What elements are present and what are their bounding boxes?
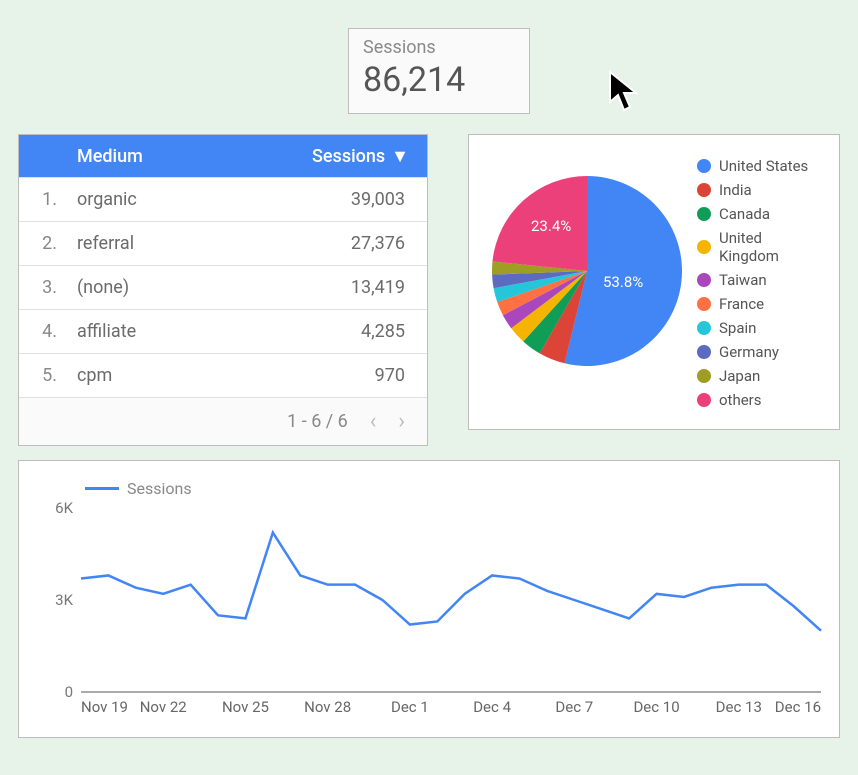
legend-label: United States (719, 157, 808, 175)
legend-label: France (719, 295, 764, 313)
kpi-sessions-card[interactable]: Sessions 86,214 (348, 28, 530, 114)
legend-label: United Kingdom (719, 229, 817, 265)
legend-item[interactable]: United Kingdom (697, 229, 817, 265)
pie-slice-label-others: 23.4% (531, 217, 571, 235)
svg-text:Nov 19: Nov 19 (81, 698, 128, 716)
mouse-cursor-icon (608, 70, 644, 114)
row-rank: 3. (19, 277, 69, 298)
legend-swatch (697, 159, 711, 173)
svg-text:0: 0 (65, 683, 73, 701)
country-pie-card[interactable]: 53.8% 23.4% United StatesIndiaCanadaUnit… (468, 134, 840, 430)
legend-label: India (719, 181, 752, 199)
legend-label: Germany (719, 343, 779, 361)
pie-legend: United States India Canada United Kingdom Ta… (697, 157, 817, 407)
svg-text:Nov 25: Nov 25 (222, 698, 269, 716)
legend-swatch (697, 345, 711, 359)
svg-text:Dec 16: Dec 16 (775, 698, 821, 716)
row-sessions: 4,285 (287, 321, 427, 342)
table-row[interactable]: 3.(none)13,419 (19, 265, 427, 309)
legend-swatch (697, 240, 711, 254)
legend-swatch (697, 369, 711, 383)
svg-text:3K: 3K (55, 591, 73, 609)
table-footer: 1 - 6 / 6 ‹ › (19, 397, 427, 445)
svg-text:6K: 6K (55, 502, 73, 517)
pie-slice-label-us: 53.8% (603, 273, 643, 291)
legend-swatch (697, 393, 711, 407)
pager-range: 1 - 6 / 6 (287, 411, 348, 432)
line-chart: 0 3K 6K Nov 19 Nov 22 Nov 25 Nov 28 Dec 1 Dec 4 D… (33, 502, 827, 722)
legend-label: Canada (719, 205, 770, 223)
svg-text:Nov 22: Nov 22 (140, 698, 187, 716)
legend-label: others (719, 391, 762, 409)
kpi-label: Sessions (363, 37, 515, 58)
legend-label: Taiwan (719, 271, 767, 289)
pager-prev-button[interactable]: ‹ (370, 409, 377, 434)
row-sessions: 13,419 (287, 277, 427, 298)
table-row[interactable]: 5.cpm970 (19, 353, 427, 397)
kpi-value: 86,214 (363, 60, 515, 100)
table-row[interactable]: 2.referral27,376 (19, 221, 427, 265)
legend-item[interactable]: United States (697, 157, 817, 175)
row-rank: 5. (19, 365, 69, 386)
sessions-line-card[interactable]: Sessions 0 3K 6K Nov 19 Nov 22 Nov 25 Nov 28 De… (18, 460, 840, 738)
legend-item[interactable]: Canada (697, 205, 817, 223)
table-row[interactable]: 4.affiliate4,285 (19, 309, 427, 353)
legend-swatch (697, 297, 711, 311)
legend-item[interactable]: France (697, 295, 817, 313)
row-medium: cpm (69, 365, 287, 386)
row-rank: 1. (19, 189, 69, 210)
legend-label: Spain (719, 319, 756, 337)
legend-item[interactable]: India (697, 181, 817, 199)
row-medium: referral (69, 233, 287, 254)
table-row[interactable]: 1.organic39,003 (19, 177, 427, 221)
svg-text:Nov 28: Nov 28 (304, 698, 351, 716)
legend-swatch (697, 321, 711, 335)
legend-swatch (697, 183, 711, 197)
pager-next-button[interactable]: › (398, 409, 405, 434)
legend-swatch (697, 273, 711, 287)
row-sessions: 27,376 (287, 233, 427, 254)
row-rank: 4. (19, 321, 69, 342)
legend-item[interactable]: others (697, 391, 817, 409)
legend-item[interactable]: Germany (697, 343, 817, 361)
pie-chart: 53.8% 23.4% (491, 175, 683, 367)
col-medium[interactable]: Medium (69, 146, 287, 167)
svg-text:Dec 10: Dec 10 (633, 698, 679, 716)
line-color-swatch (85, 487, 119, 490)
row-sessions: 970 (287, 365, 427, 386)
legend-swatch (697, 207, 711, 221)
table-header: Medium Sessions ▼ (19, 135, 427, 177)
legend-label: Japan (719, 367, 760, 385)
legend-item[interactable]: Japan (697, 367, 817, 385)
sort-desc-icon: ▼ (391, 146, 409, 167)
row-rank: 2. (19, 233, 69, 254)
row-medium: affiliate (69, 321, 287, 342)
legend-item[interactable]: Taiwan (697, 271, 817, 289)
col-sessions[interactable]: Sessions ▼ (287, 146, 427, 167)
line-legend: Sessions (85, 479, 825, 498)
row-sessions: 39,003 (287, 189, 427, 210)
legend-item[interactable]: Spain (697, 319, 817, 337)
svg-text:Dec 7: Dec 7 (555, 698, 593, 716)
medium-sessions-table[interactable]: Medium Sessions ▼ 1.organic39,0032.refer… (18, 134, 428, 446)
row-medium: (none) (69, 277, 287, 298)
svg-text:Dec 4: Dec 4 (473, 698, 511, 716)
row-medium: organic (69, 189, 287, 210)
svg-text:Dec 1: Dec 1 (391, 698, 429, 716)
svg-text:Dec 13: Dec 13 (716, 698, 762, 716)
